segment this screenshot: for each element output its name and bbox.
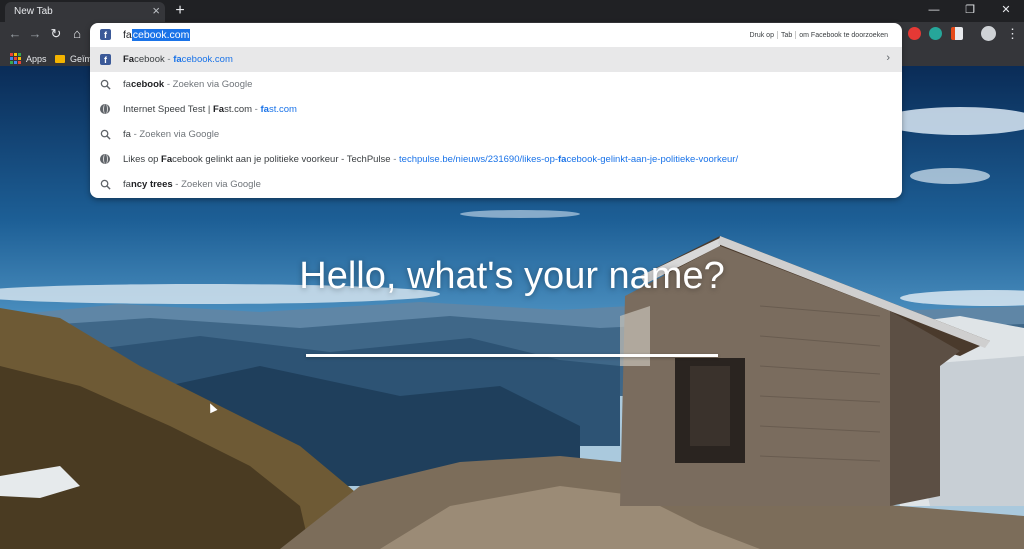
tab-title: New Tab [14,6,53,17]
forward-icon[interactable]: → [26,25,44,43]
suggestion-row-search-fancy-trees[interactable]: fancy trees - Zoeken via Google [90,172,902,197]
apps-label: Apps [26,53,47,64]
tab-strip: New Tab × + — ❐ ✕ [0,0,1024,22]
facebook-favicon-icon: f [100,54,111,65]
suggestion-text: Facebook - facebook.com [123,54,233,65]
adblock-extension-icon[interactable] [908,27,921,40]
hint-key: Tab [780,31,793,39]
suggestion-text: Likes op Facebook gelinkt aan je politie… [123,154,739,165]
suggestion-row-techpulse[interactable]: Likes op Facebook gelinkt aan je politie… [90,147,902,172]
suggestion-text: fa - Zoeken via Google [123,129,220,140]
suggestion-row-search-fa[interactable]: fa - Zoeken via Google [90,122,902,147]
suggestion-row-fast-com[interactable]: Internet Speed Test | Fast.com - fast.co… [90,97,902,122]
globe-icon [100,104,110,114]
bookmark-folder-label: Geïm [70,53,93,64]
maximize-icon[interactable]: ❐ [952,0,988,22]
window-close-icon[interactable]: ✕ [988,0,1024,22]
search-icon [100,129,111,140]
suggestion-row-search-facebook[interactable]: facebook - Zoeken via Google [90,72,902,97]
folder-icon [55,54,65,63]
kebab-menu-icon[interactable]: ⋮ [1006,25,1019,43]
address-bar-text[interactable]: facebook.com [123,29,191,41]
close-tab-icon[interactable]: × [152,3,160,18]
reload-icon[interactable]: ↻ [47,25,65,43]
search-icon [100,79,111,90]
suggestion-row-facebook[interactable]: f Facebook - facebook.com › [90,47,902,72]
autocomplete-selection: cebook.com [131,29,191,41]
tab-new-tab[interactable]: New Tab × [5,2,165,22]
home-icon[interactable]: ⌂ [68,25,86,43]
suggestion-text: facebook - Zoeken via Google [123,79,253,90]
address-bar-input[interactable]: f facebook.com Druk op Tab om Facebook te … [90,23,902,47]
tab-to-search-hint: Druk op Tab om Facebook te doorzoeken [749,31,888,39]
globe-icon [100,154,110,164]
typed-text: fa [123,29,132,41]
apps-grid-icon [10,53,21,65]
greeting-heading: Hello, what's your name? [299,255,725,297]
search-icon [100,179,111,190]
back-icon[interactable]: ← [6,25,24,43]
chevron-right-icon[interactable]: › [886,52,890,64]
grammar-extension-icon[interactable] [929,27,942,40]
office-extension-icon[interactable] [951,27,963,40]
new-tab-button[interactable]: + [170,1,190,21]
profile-avatar[interactable] [981,26,996,41]
suggestion-text: fancy trees - Zoeken via Google [123,179,261,190]
suggestion-text: Internet Speed Test | Fast.com - fast.co… [123,104,297,115]
hint-suffix: om Facebook te doorzoeken [799,31,888,39]
hint-prefix: Druk op [749,31,774,39]
minimize-icon[interactable]: — [916,0,952,22]
omnibox-dropdown: f facebook.com Druk op Tab om Facebook te … [90,23,902,198]
facebook-favicon-icon: f [100,29,111,40]
name-input-underline[interactable] [306,354,718,357]
